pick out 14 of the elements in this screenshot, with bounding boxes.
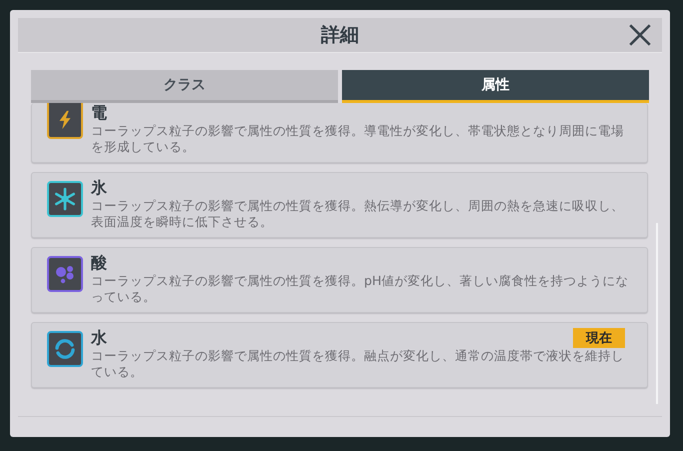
- attribute-name: 電: [91, 103, 107, 123]
- snowflake-icon: [53, 187, 77, 211]
- attribute-description: コーラップス粒子の影響で属性の性質を獲得。導電性が変化し、帯電状態となり周囲に電場を形成している。: [91, 123, 625, 155]
- current-badge: 現在: [573, 328, 625, 348]
- attribute-description: コーラップス粒子の影響で属性の性質を獲得。熱伝導が変化し、周囲の熱を急速に吸収し、表面温度を瞬時に低下させる。: [91, 198, 625, 230]
- dialog-title: 詳細: [321, 23, 359, 48]
- attribute-description: コーラップス粒子の影響で属性の性質を獲得。融点が変化し、通常の温度帯で液状を維持している。: [91, 348, 625, 380]
- cycle-icon: [53, 337, 77, 361]
- attribute-description: コーラップス粒子の影響で属性の性質を獲得。pH値が変化し、著しい腐食性を持つようになっている。: [91, 273, 630, 305]
- tab[interactable]: クラス: [31, 70, 338, 103]
- attribute-name: 氷: [91, 178, 107, 198]
- attribute-name: 酸: [91, 253, 107, 273]
- attribute-name: 水: [91, 328, 107, 348]
- tab[interactable]: 属性: [342, 70, 649, 103]
